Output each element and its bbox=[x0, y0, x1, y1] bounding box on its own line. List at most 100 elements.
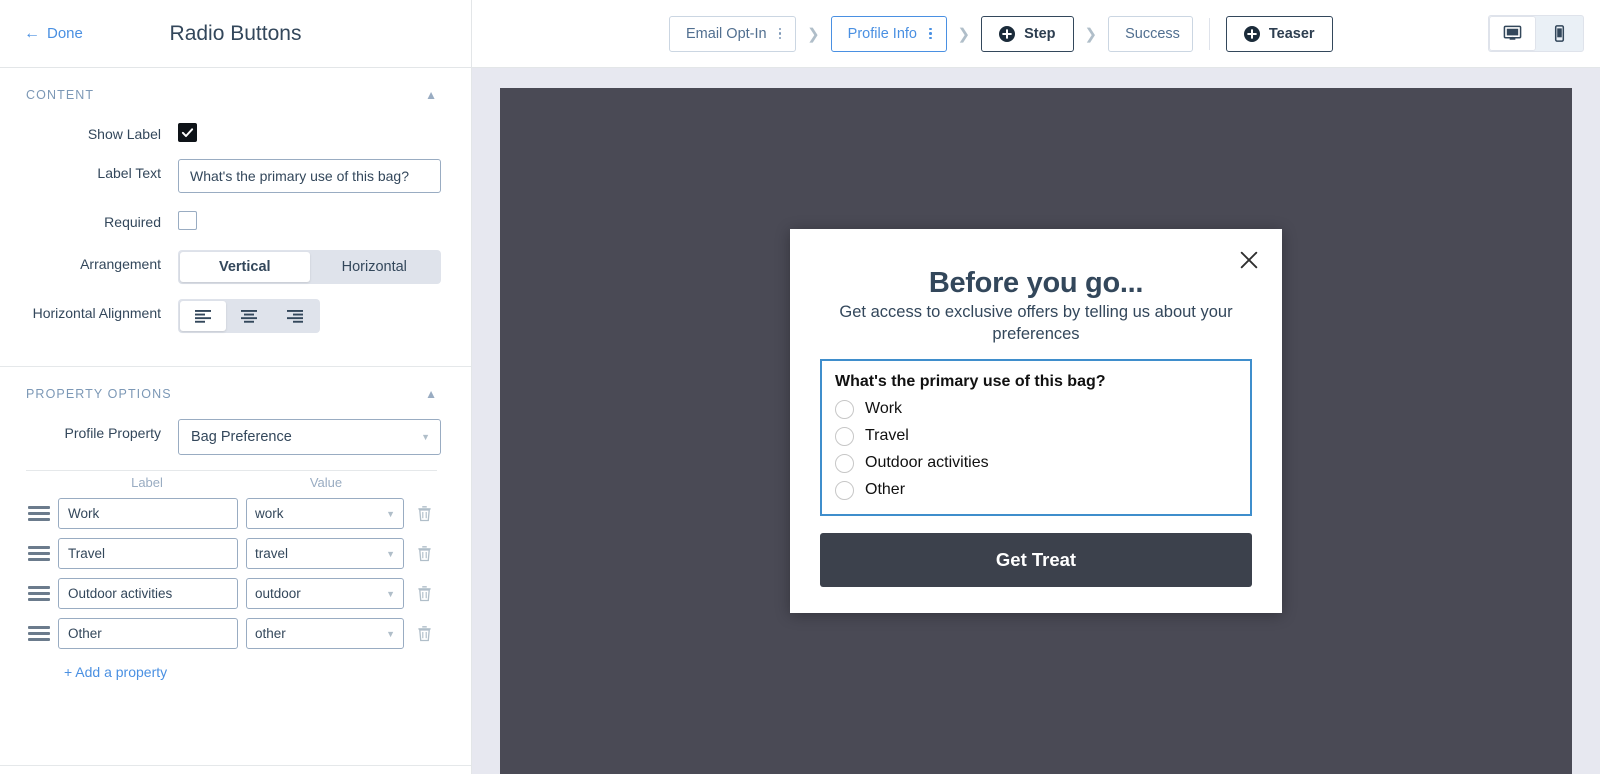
option-value-select[interactable]: travel ▼ bbox=[246, 538, 404, 569]
option-value-select[interactable]: outdoor ▼ bbox=[246, 578, 404, 609]
cta-button[interactable]: Get Treat bbox=[820, 532, 1252, 587]
kebab-menu-icon[interactable] bbox=[927, 25, 934, 43]
radio-option-outdoor-activities[interactable]: Outdoor activities bbox=[835, 453, 1237, 473]
option-label-input[interactable] bbox=[58, 538, 238, 569]
kebab-menu-icon[interactable] bbox=[777, 25, 784, 43]
popup-modal: Before you go... Get access to exclusive… bbox=[790, 229, 1282, 613]
option-value-text: outdoor bbox=[255, 586, 301, 601]
field-horizontal-alignment: Horizontal Alignment bbox=[26, 299, 437, 333]
arrangement-option-horizontal[interactable]: Horizontal bbox=[310, 252, 440, 282]
preview-canvas: Before you go... Get access to exclusive… bbox=[472, 68, 1600, 774]
close-icon bbox=[1240, 252, 1258, 269]
table-row: outdoor ▼ bbox=[26, 578, 437, 609]
radio-circle-icon[interactable] bbox=[835, 399, 854, 419]
chevron-up-icon[interactable]: ▲ bbox=[425, 388, 437, 400]
required-label: Required bbox=[104, 214, 161, 230]
align-right-button[interactable] bbox=[272, 301, 318, 331]
option-value-select[interactable]: other ▼ bbox=[246, 618, 404, 649]
settings-panel: CONTENT ▲ Show Label Label Text What's t… bbox=[0, 68, 472, 774]
option-label-input[interactable] bbox=[58, 578, 238, 609]
option-value-text: other bbox=[255, 626, 286, 641]
step-chip-profile-info[interactable]: Profile Info bbox=[830, 15, 947, 52]
radio-circle-icon[interactable] bbox=[835, 480, 854, 500]
options-divider bbox=[26, 470, 437, 471]
radio-group-block[interactable]: What's the primary use of this bag? Work… bbox=[820, 358, 1252, 516]
field-profile-property: Profile Property Bag Preference ▼ bbox=[26, 419, 441, 455]
field-required: Required bbox=[26, 208, 437, 235]
chevron-right-icon: ❯ bbox=[807, 25, 820, 43]
add-property-button[interactable]: + Add a property bbox=[64, 664, 167, 680]
show-label-label: Show Label bbox=[87, 126, 161, 142]
profile-property-select[interactable]: Bag Preference ▼ bbox=[178, 419, 441, 455]
section-content-header[interactable]: CONTENT ▲ bbox=[26, 88, 437, 102]
label-text-input[interactable] bbox=[178, 159, 441, 193]
horizontal-alignment-label: Horizontal Alignment bbox=[32, 305, 161, 321]
align-center-button[interactable] bbox=[226, 301, 272, 331]
radio-circle-icon[interactable] bbox=[835, 453, 854, 473]
radio-option-other[interactable]: Other bbox=[835, 480, 1237, 500]
radio-option-work[interactable]: Work bbox=[835, 399, 1237, 419]
delete-option-button[interactable] bbox=[412, 502, 437, 525]
close-button[interactable] bbox=[1234, 245, 1264, 275]
section-content: CONTENT ▲ Show Label Label Text What's t… bbox=[0, 68, 471, 366]
body: CONTENT ▲ Show Label Label Text What's t… bbox=[0, 68, 1600, 774]
trash-icon bbox=[418, 586, 431, 602]
chevron-right-icon: ❯ bbox=[1084, 25, 1098, 43]
drag-handle-icon[interactable] bbox=[26, 586, 50, 601]
option-label-input[interactable] bbox=[58, 498, 238, 529]
field-show-label: Show Label bbox=[26, 120, 437, 144]
section-property-options-header[interactable]: PROPERTY OPTIONS ▲ bbox=[26, 387, 437, 401]
radio-option-label: Travel bbox=[865, 427, 909, 445]
step-chip-email-opt-in[interactable]: Email Opt-In bbox=[669, 15, 797, 52]
step-chip-success[interactable]: Success bbox=[1108, 15, 1193, 52]
delete-option-button[interactable] bbox=[412, 542, 437, 565]
align-center-icon bbox=[241, 310, 257, 323]
preview-stage: Before you go... Get access to exclusive… bbox=[500, 88, 1572, 774]
field-label-text: Label Text bbox=[26, 159, 441, 193]
device-toggle-group bbox=[1488, 15, 1584, 52]
chevron-up-icon[interactable]: ▲ bbox=[425, 89, 437, 101]
mobile-view-button[interactable] bbox=[1536, 16, 1583, 51]
column-header-label: Label bbox=[131, 475, 163, 490]
show-label-checkbox[interactable] bbox=[178, 123, 197, 142]
arrangement-option-vertical[interactable]: Vertical bbox=[180, 252, 310, 282]
delete-option-button[interactable] bbox=[412, 582, 437, 605]
drag-handle-icon[interactable] bbox=[26, 626, 50, 641]
top-bar: ← Done Radio Buttons Email Opt-In ❯ Prof… bbox=[0, 0, 1600, 68]
align-left-button[interactable] bbox=[180, 301, 226, 331]
section-property-options-title: PROPERTY OPTIONS bbox=[26, 387, 172, 401]
alignment-segmented-control bbox=[178, 299, 320, 333]
radio-option-label: Work bbox=[865, 400, 903, 418]
modal-title: Before you go... bbox=[928, 267, 1144, 300]
teaser-button[interactable]: Teaser bbox=[1225, 15, 1333, 52]
table-row: work ▼ bbox=[26, 498, 437, 529]
teaser-label: Teaser bbox=[1268, 25, 1315, 42]
field-arrangement: Arrangement Vertical Horizontal bbox=[26, 250, 441, 284]
radio-option-travel[interactable]: Travel bbox=[835, 426, 1237, 446]
delete-option-button[interactable] bbox=[412, 622, 437, 645]
modal-subtitle: Get access to exclusive offers by tellin… bbox=[839, 303, 1233, 343]
drag-handle-icon[interactable] bbox=[26, 546, 50, 561]
step-chip-label: Email Opt-In bbox=[686, 25, 767, 42]
phone-icon bbox=[1554, 25, 1565, 42]
column-header-value: Value bbox=[309, 475, 343, 490]
trash-icon bbox=[418, 506, 431, 522]
arrangement-label: Arrangement bbox=[80, 256, 161, 272]
drag-handle-icon[interactable] bbox=[26, 506, 50, 521]
step-breadcrumb: Email Opt-In ❯ Profile Info ❯ Step ❯ Suc… bbox=[669, 15, 1333, 52]
chevron-right-icon: ❯ bbox=[957, 25, 971, 43]
radio-circle-icon[interactable] bbox=[835, 426, 854, 446]
done-button-label: Done bbox=[47, 25, 83, 42]
desktop-view-button[interactable] bbox=[1489, 16, 1536, 51]
toolbar-divider bbox=[1208, 17, 1210, 50]
required-checkbox[interactable] bbox=[178, 211, 197, 230]
app-root: ← Done Radio Buttons Email Opt-In ❯ Prof… bbox=[0, 0, 1600, 774]
radio-option-label: Other bbox=[865, 481, 906, 499]
arrangement-segmented-control: Vertical Horizontal bbox=[178, 250, 441, 284]
option-label-input[interactable] bbox=[58, 618, 238, 649]
done-button[interactable]: ← Done bbox=[24, 25, 83, 42]
table-row: travel ▼ bbox=[26, 538, 437, 569]
chevron-down-icon: ▼ bbox=[421, 432, 430, 442]
add-step-button[interactable]: Step bbox=[981, 15, 1074, 52]
option-value-select[interactable]: work ▼ bbox=[246, 498, 404, 529]
